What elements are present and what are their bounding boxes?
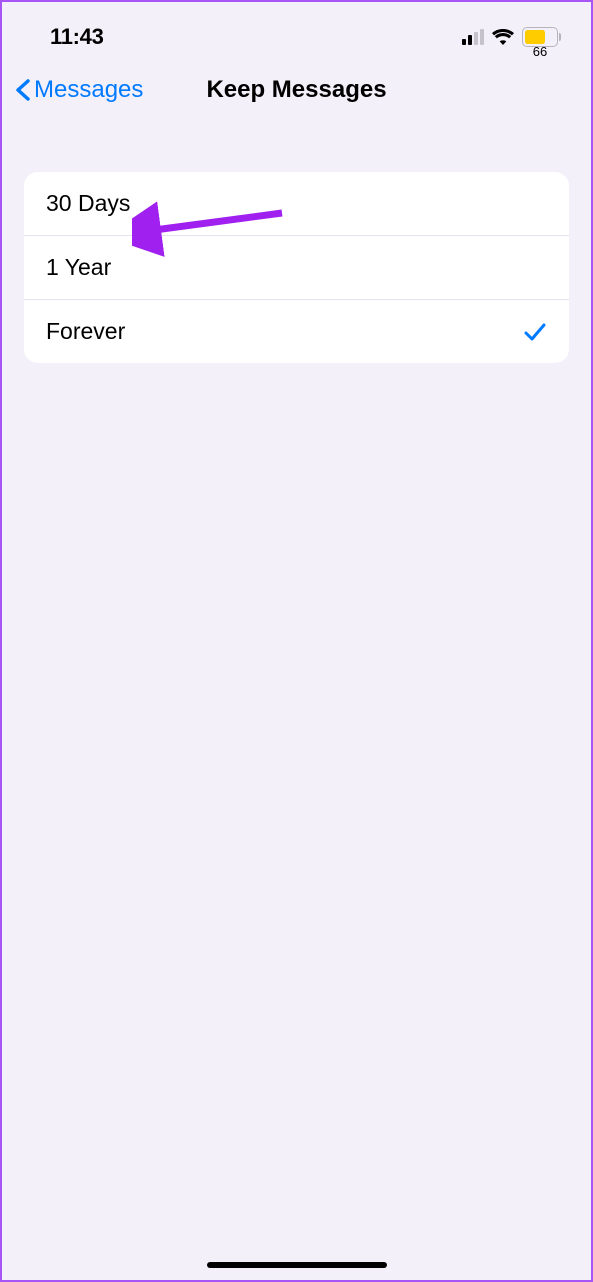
chevron-left-icon xyxy=(14,78,30,102)
page-title: Keep Messages xyxy=(206,76,386,104)
options-list: 30 Days 1 Year Forever xyxy=(24,172,569,363)
status-bar: 11:43 66 xyxy=(2,2,591,62)
battery-level: 66 xyxy=(523,44,557,59)
option-forever[interactable]: Forever xyxy=(24,300,569,363)
cellular-icon xyxy=(462,29,484,45)
option-1-year[interactable]: 1 Year xyxy=(24,236,569,300)
option-label: Forever xyxy=(46,318,125,345)
option-30-days[interactable]: 30 Days xyxy=(24,172,569,236)
navigation-bar: Messages Keep Messages xyxy=(2,62,591,122)
wifi-icon xyxy=(492,29,514,45)
home-indicator[interactable] xyxy=(207,1262,387,1268)
battery-icon: 66 xyxy=(522,27,561,47)
option-label: 1 Year xyxy=(46,254,111,281)
back-button[interactable]: Messages xyxy=(14,76,143,104)
status-time: 11:43 xyxy=(50,24,104,50)
back-label: Messages xyxy=(34,76,143,104)
status-indicators: 66 xyxy=(462,27,561,47)
checkmark-icon xyxy=(523,321,547,343)
option-label: 30 Days xyxy=(46,190,130,217)
